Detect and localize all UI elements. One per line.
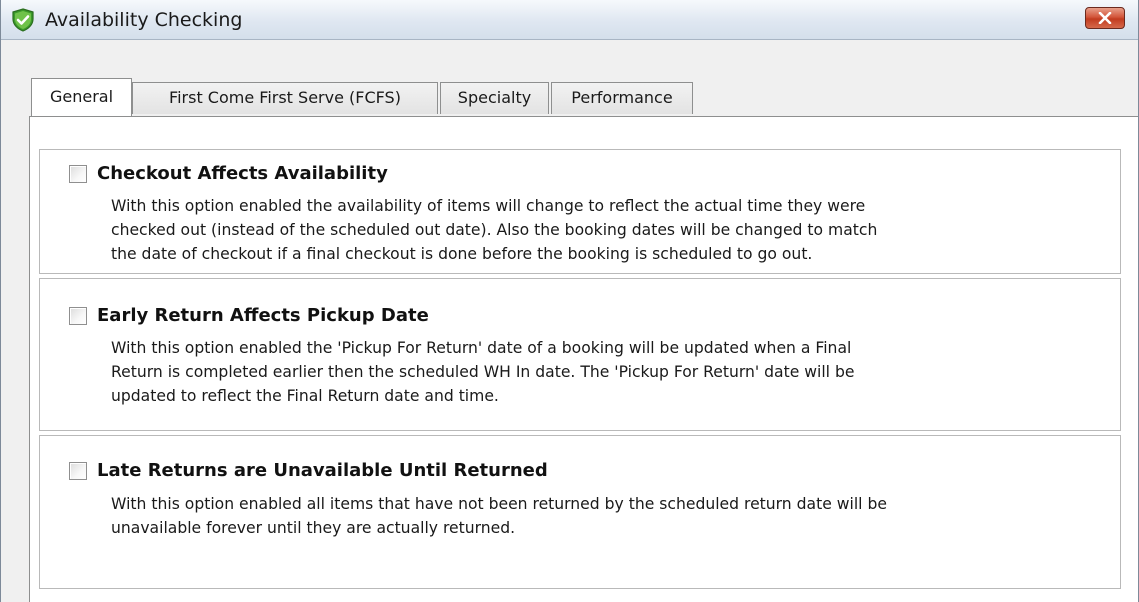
tab-panel-general: Checkout Affects Availability With this …	[29, 116, 1138, 602]
late-returns-checkbox[interactable]	[69, 462, 87, 480]
title-bar[interactable]: Availability Checking	[1, 0, 1138, 40]
close-icon	[1098, 12, 1112, 24]
dialog-window: Availability Checking General First Come…	[0, 0, 1139, 602]
option-title: Late Returns are Unavailable Until Retur…	[97, 460, 548, 481]
option-title: Checkout Affects Availability	[97, 163, 388, 184]
checkout-affects-availability-checkbox[interactable]	[69, 165, 87, 183]
option-description: With this option enabled all items that …	[111, 495, 887, 537]
option-group-checkout: Checkout Affects Availability With this …	[39, 149, 1121, 274]
option-group-late-returns: Late Returns are Unavailable Until Retur…	[39, 435, 1121, 589]
tab-fcfs[interactable]: First Come First Serve (FCFS)	[132, 82, 438, 114]
option-description: With this option enabled the availabilit…	[111, 197, 878, 263]
shield-check-icon	[11, 8, 35, 32]
early-return-checkbox[interactable]	[69, 307, 87, 325]
option-title: Early Return Affects Pickup Date	[97, 305, 429, 326]
option-group-early-return: Early Return Affects Pickup Date With th…	[39, 278, 1121, 431]
option-description: With this option enabled the 'Pickup For…	[111, 339, 855, 405]
tab-general[interactable]: General	[31, 78, 132, 116]
tab-performance[interactable]: Performance	[551, 82, 693, 114]
close-button[interactable]	[1085, 7, 1125, 29]
window-title: Availability Checking	[45, 9, 243, 31]
tab-specialty[interactable]: Specialty	[440, 82, 549, 114]
